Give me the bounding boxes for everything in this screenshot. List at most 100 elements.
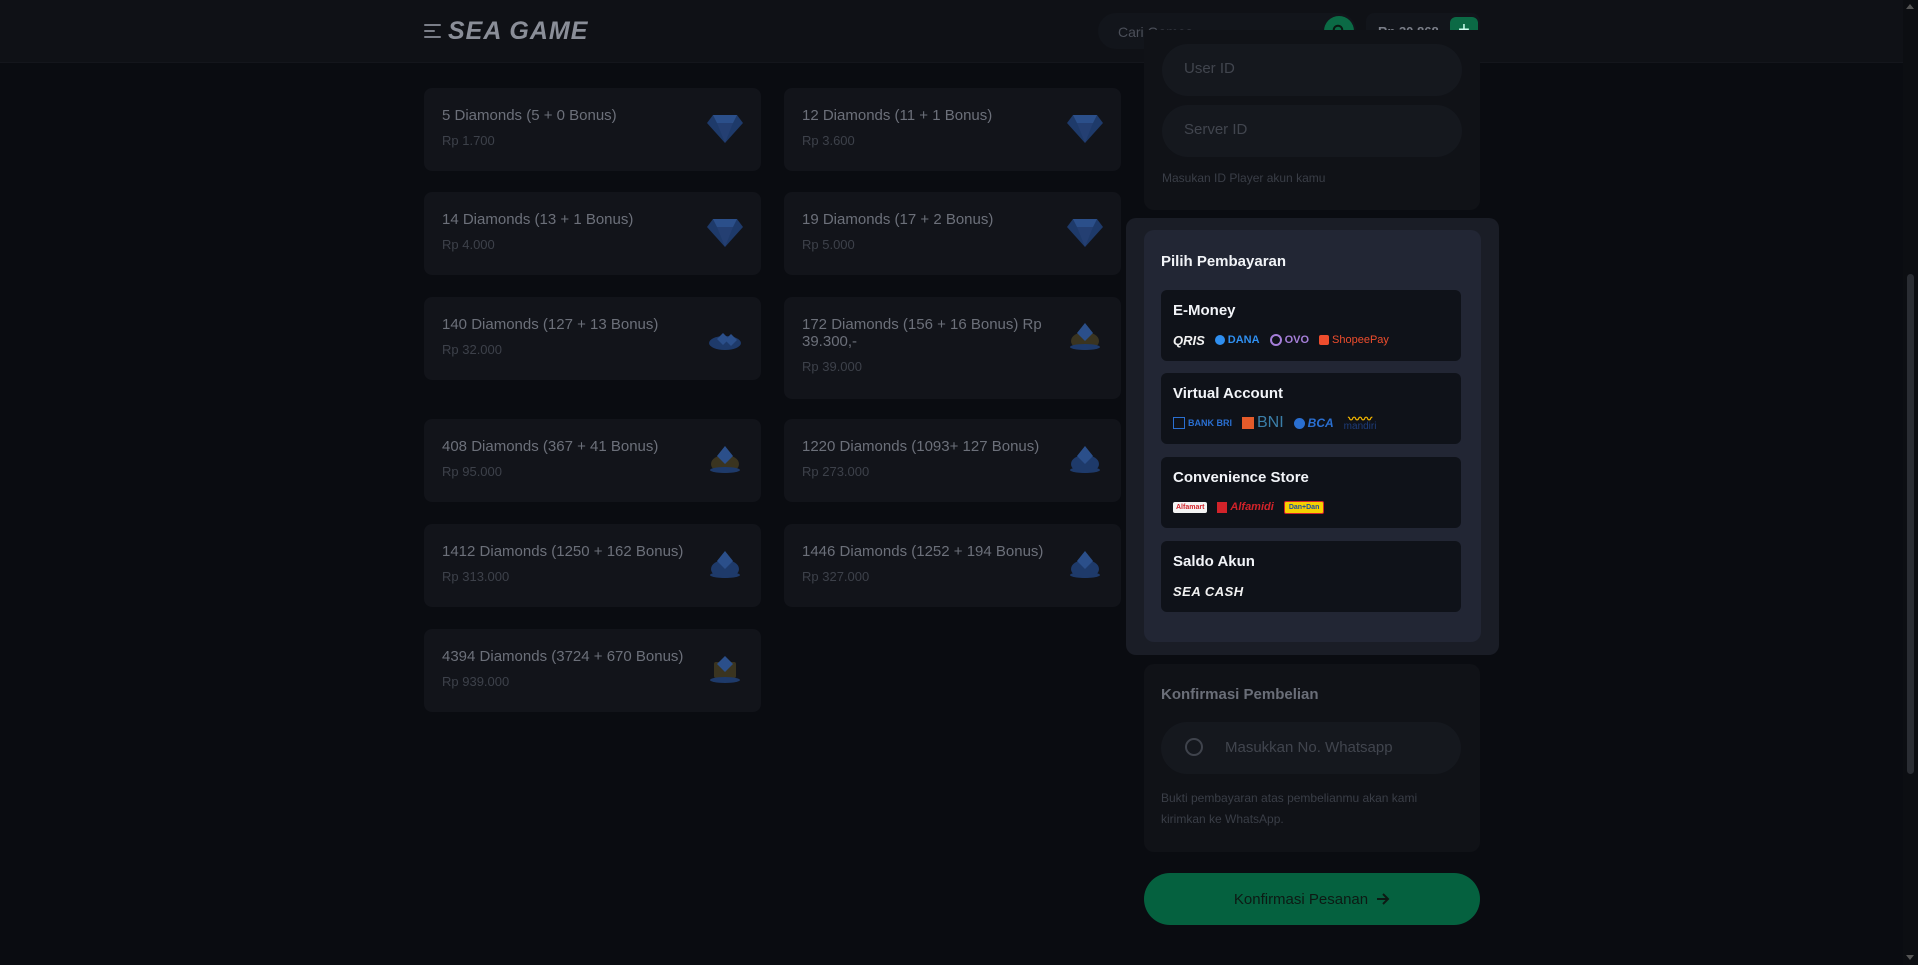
diamond-icon <box>707 219 743 247</box>
payment-logos: BANK BRI BNI BCA 〰〰 mandiri <box>1173 413 1377 432</box>
product-price: Rp 5.000 <box>802 237 855 252</box>
user-id-field[interactable]: User ID <box>1162 44 1462 96</box>
bni-icon <box>1242 417 1254 429</box>
diamond-pile-icon <box>709 333 741 350</box>
category-name: Saldo Akun <box>1173 553 1255 570</box>
alfamidi-icon <box>1217 501 1228 513</box>
payment-panel: Pilih Pembayaran E-Money QRIS DANA OVO S… <box>1144 230 1481 642</box>
account-id-panel: User ID Server ID Masukan ID Player akun… <box>1144 30 1480 210</box>
product-price: Rp 32.000 <box>442 342 502 357</box>
top-header: SEA GAME Rp 30.868 + <box>0 0 1903 63</box>
ovo-logo: OVO <box>1269 334 1310 346</box>
sea-cash-logo: SEA CASH <box>1173 583 1244 599</box>
bca-logo: BCA <box>1293 416 1334 430</box>
diamond-chest-icon <box>710 656 740 683</box>
product-price: Rp 273.000 <box>802 464 870 479</box>
product-price: Rp 4.000 <box>442 237 495 252</box>
mandiri-logo: 〰〰 mandiri <box>1343 413 1377 432</box>
mandiri-label: mandiri <box>1343 421 1377 432</box>
ovo-label: OVO <box>1284 334 1310 346</box>
product-name: 12 Diamonds (11 + 1 Bonus) <box>802 107 993 124</box>
user-id-placeholder: User ID <box>1184 60 1235 77</box>
product-card[interactable]: 1446 Diamonds (1252 + 194 Bonus) Rp 327.… <box>784 524 1121 607</box>
scrollbar-thumb[interactable] <box>1907 274 1914 774</box>
alfamidi-label: Alfamidi <box>1230 501 1274 513</box>
product-price: Rp 1.700 <box>442 133 495 148</box>
confirm-order-button[interactable]: Konfirmasi Pesanan <box>1144 873 1480 925</box>
product-name: 1446 Diamonds (1252 + 194 Bonus) <box>802 543 1044 560</box>
product-name: 19 Diamonds (17 + 2 Bonus) <box>802 211 994 228</box>
diamond-icon <box>1067 115 1103 143</box>
dana-label: DANA <box>1227 334 1260 346</box>
product-name: 1412 Diamonds (1250 + 162 Bonus) <box>442 543 684 560</box>
payment-category-virtual-account[interactable]: Virtual Account BANK BRI BNI BCA 〰〰 mandi… <box>1161 373 1461 444</box>
whatsapp-field[interactable]: Masukkan No. Whatsapp <box>1161 722 1461 774</box>
product-card[interactable]: 140 Diamonds (127 + 13 Bonus) Rp 32.000 <box>424 297 761 380</box>
diamond-icon <box>707 115 743 143</box>
hamburger-menu-icon[interactable] <box>424 24 441 38</box>
arrow-right-icon <box>1377 893 1390 905</box>
product-name: 14 Diamonds (13 + 1 Bonus) <box>442 211 634 228</box>
product-price: Rp 313.000 <box>442 569 510 584</box>
diamond-bag-icon <box>1070 551 1100 578</box>
bri-icon <box>1173 417 1185 429</box>
page-scrollbar[interactable] <box>1903 0 1918 965</box>
confirm-order-label: Konfirmasi Pesanan <box>1233 890 1369 908</box>
whatsapp-icon <box>1185 738 1203 756</box>
product-name: 172 Diamonds (156 + 16 Bonus) Rp 39.300,… <box>802 316 1042 350</box>
scroll-down-arrow-icon[interactable] <box>1906 955 1914 960</box>
bca-label: BCA <box>1307 416 1334 430</box>
site-logo[interactable]: SEA GAME <box>448 17 588 46</box>
qris-logo: QRIS <box>1173 332 1205 348</box>
product-price: Rp 327.000 <box>802 569 870 584</box>
diamond-bag-icon <box>710 551 740 578</box>
bca-icon <box>1293 417 1305 429</box>
product-price: Rp 39.000 <box>802 359 862 374</box>
payment-category-emoney[interactable]: E-Money QRIS DANA OVO ShopeePay <box>1161 290 1461 361</box>
product-card[interactable]: 408 Diamonds (367 + 41 Bonus) Rp 95.000 <box>424 419 761 502</box>
server-id-field[interactable]: Server ID <box>1162 105 1462 157</box>
server-id-placeholder: Server ID <box>1184 121 1248 138</box>
confirm-title: Konfirmasi Pembelian <box>1161 686 1319 703</box>
product-card[interactable]: 1412 Diamonds (1250 + 162 Bonus) Rp 313.… <box>424 524 761 607</box>
diamond-icon <box>1067 219 1103 247</box>
payment-modal: Pilih Pembayaran E-Money QRIS DANA OVO S… <box>1126 218 1499 655</box>
payment-category-saldo-akun[interactable]: Saldo Akun SEA CASH <box>1161 541 1461 612</box>
category-name: E-Money <box>1173 302 1236 319</box>
product-card[interactable]: 5 Diamonds (5 + 0 Bonus) Rp 1.700 <box>424 88 761 171</box>
product-price: Rp 95.000 <box>442 464 502 479</box>
product-card[interactable]: 12 Diamonds (11 + 1 Bonus) Rp 3.600 <box>784 88 1121 171</box>
payment-logos: SEA CASH <box>1173 583 1244 599</box>
ovo-icon <box>1269 334 1282 346</box>
payment-logos: QRIS DANA OVO ShopeePay <box>1173 332 1389 348</box>
bri-logo: BANK BRI <box>1173 417 1232 429</box>
diamond-bag-icon <box>1070 323 1100 350</box>
payment-logos: Alfamart Alfamidi Dan+Dan <box>1173 499 1325 515</box>
payment-category-convenience-store[interactable]: Convenience Store Alfamart Alfamidi Dan+… <box>1161 457 1461 528</box>
bni-logo: BNI <box>1242 414 1284 432</box>
product-card[interactable]: 14 Diamonds (13 + 1 Bonus) Rp 4.000 <box>424 192 761 275</box>
diamond-bag-icon <box>710 446 740 473</box>
confirm-hint: Bukti pembayaran atas pembelianmu akan k… <box>1161 791 1418 826</box>
product-card[interactable]: 172 Diamonds (156 + 16 Bonus) Rp 39.300,… <box>784 297 1121 399</box>
product-price: Rp 3.600 <box>802 133 855 148</box>
dandan-logo: Dan+Dan <box>1283 500 1325 514</box>
dana-logo: DANA <box>1214 334 1260 346</box>
alfamidi-logo: Alfamidi <box>1217 501 1274 513</box>
product-name: 140 Diamonds (127 + 13 Bonus) <box>442 316 659 333</box>
whatsapp-placeholder: Masukkan No. Whatsapp <box>1225 739 1393 756</box>
product-card[interactable]: 1220 Diamonds (1093+ 127 Bonus) Rp 273.0… <box>784 419 1121 502</box>
product-name: 4394 Diamonds (3724 + 670 Bonus) <box>442 648 684 665</box>
product-card[interactable]: 19 Diamonds (17 + 2 Bonus) Rp 5.000 <box>784 192 1121 275</box>
product-price: Rp 939.000 <box>442 674 510 689</box>
product-name: 5 Diamonds (5 + 0 Bonus) <box>442 107 617 124</box>
category-name: Convenience Store <box>1173 469 1309 486</box>
account-id-hint: Masukan ID Player akun kamu <box>1162 171 1326 185</box>
shopeepay-label: ShopeePay <box>1332 334 1389 346</box>
payment-title: Pilih Pembayaran <box>1161 253 1287 270</box>
product-name: 1220 Diamonds (1093+ 127 Bonus) <box>802 438 1040 455</box>
diamond-bag-icon <box>1070 446 1100 473</box>
product-card[interactable]: 4394 Diamonds (3724 + 670 Bonus) Rp 939.… <box>424 629 761 712</box>
scroll-up-arrow-icon[interactable] <box>1906 4 1914 9</box>
shopeepay-icon <box>1319 335 1330 345</box>
